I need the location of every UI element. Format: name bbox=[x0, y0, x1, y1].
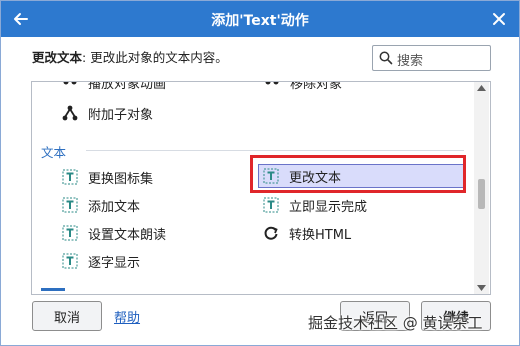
list-item-label: 附加子对象 bbox=[88, 107, 154, 123]
search-input[interactable]: 搜索 bbox=[372, 45, 491, 71]
vertical-scrollbar[interactable] bbox=[474, 82, 489, 294]
list-item-label: 播放对象动画 bbox=[88, 81, 167, 92]
list-item[interactable]: 更换图标集 bbox=[62, 166, 153, 188]
list-item-label: 添加文本 bbox=[88, 199, 141, 215]
text-icon bbox=[263, 197, 279, 213]
search-icon bbox=[379, 51, 393, 65]
hierarchy-icon bbox=[62, 105, 78, 121]
window-title: 添加'Text'动作 bbox=[211, 13, 309, 29]
remove-object-icon bbox=[264, 82, 280, 90]
list-item-label: 立即显示完成 bbox=[289, 199, 368, 215]
dialog-window: 添加'Text'动作 更改文本: 更改此对象的文本内容。 搜索 播放对象动画 移… bbox=[0, 0, 520, 346]
animation-icon bbox=[62, 82, 78, 90]
close-icon[interactable] bbox=[489, 9, 509, 29]
list-item[interactable]: 转换HTML bbox=[263, 222, 351, 244]
list-item-label: 更换图标集 bbox=[88, 171, 154, 187]
list-item[interactable]: 设置文本朗读 bbox=[62, 222, 166, 244]
convert-icon bbox=[263, 225, 279, 241]
action-name: 更改文本 bbox=[32, 50, 83, 65]
action-description-text: : 更改此对象的文本内容。 bbox=[82, 50, 228, 65]
list-item-label: 转换HTML bbox=[289, 227, 352, 243]
list-item[interactable]: 移除对象 bbox=[264, 81, 343, 93]
help-link[interactable]: 帮助 bbox=[114, 307, 140, 326]
scroll-up-icon[interactable] bbox=[477, 85, 486, 91]
annotation-highlight bbox=[250, 155, 466, 193]
cancel-button[interactable]: 取消 bbox=[32, 301, 102, 331]
list-item-label: 设置文本朗读 bbox=[88, 227, 167, 243]
text-icon bbox=[62, 225, 78, 241]
list-item[interactable]: 附加子对象 bbox=[62, 102, 153, 124]
search-placeholder: 搜索 bbox=[397, 54, 424, 69]
section-divider bbox=[86, 150, 464, 151]
next-section-hint bbox=[41, 288, 65, 291]
watermark-text: 掘金技术社区 @ 黄误杂工 bbox=[308, 314, 483, 332]
list-item[interactable]: 添加文本 bbox=[62, 194, 140, 216]
scrollbar-thumb[interactable] bbox=[478, 179, 485, 209]
list-item[interactable]: 立即显示完成 bbox=[263, 194, 367, 216]
text-icon bbox=[62, 197, 78, 213]
list-item[interactable]: 逐字显示 bbox=[62, 250, 140, 272]
list-item-label: 逐字显示 bbox=[88, 255, 141, 271]
text-icon bbox=[62, 253, 78, 269]
list-item[interactable]: 播放对象动画 bbox=[62, 81, 167, 93]
section-title: 文本 bbox=[41, 145, 67, 160]
action-description: 更改文本: 更改此对象的文本内容。 bbox=[32, 47, 228, 66]
list-item-label: 移除对象 bbox=[290, 81, 343, 92]
scroll-down-icon[interactable] bbox=[477, 285, 486, 291]
text-icon bbox=[62, 169, 78, 185]
title-bar: 添加'Text'动作 bbox=[1, 1, 519, 37]
